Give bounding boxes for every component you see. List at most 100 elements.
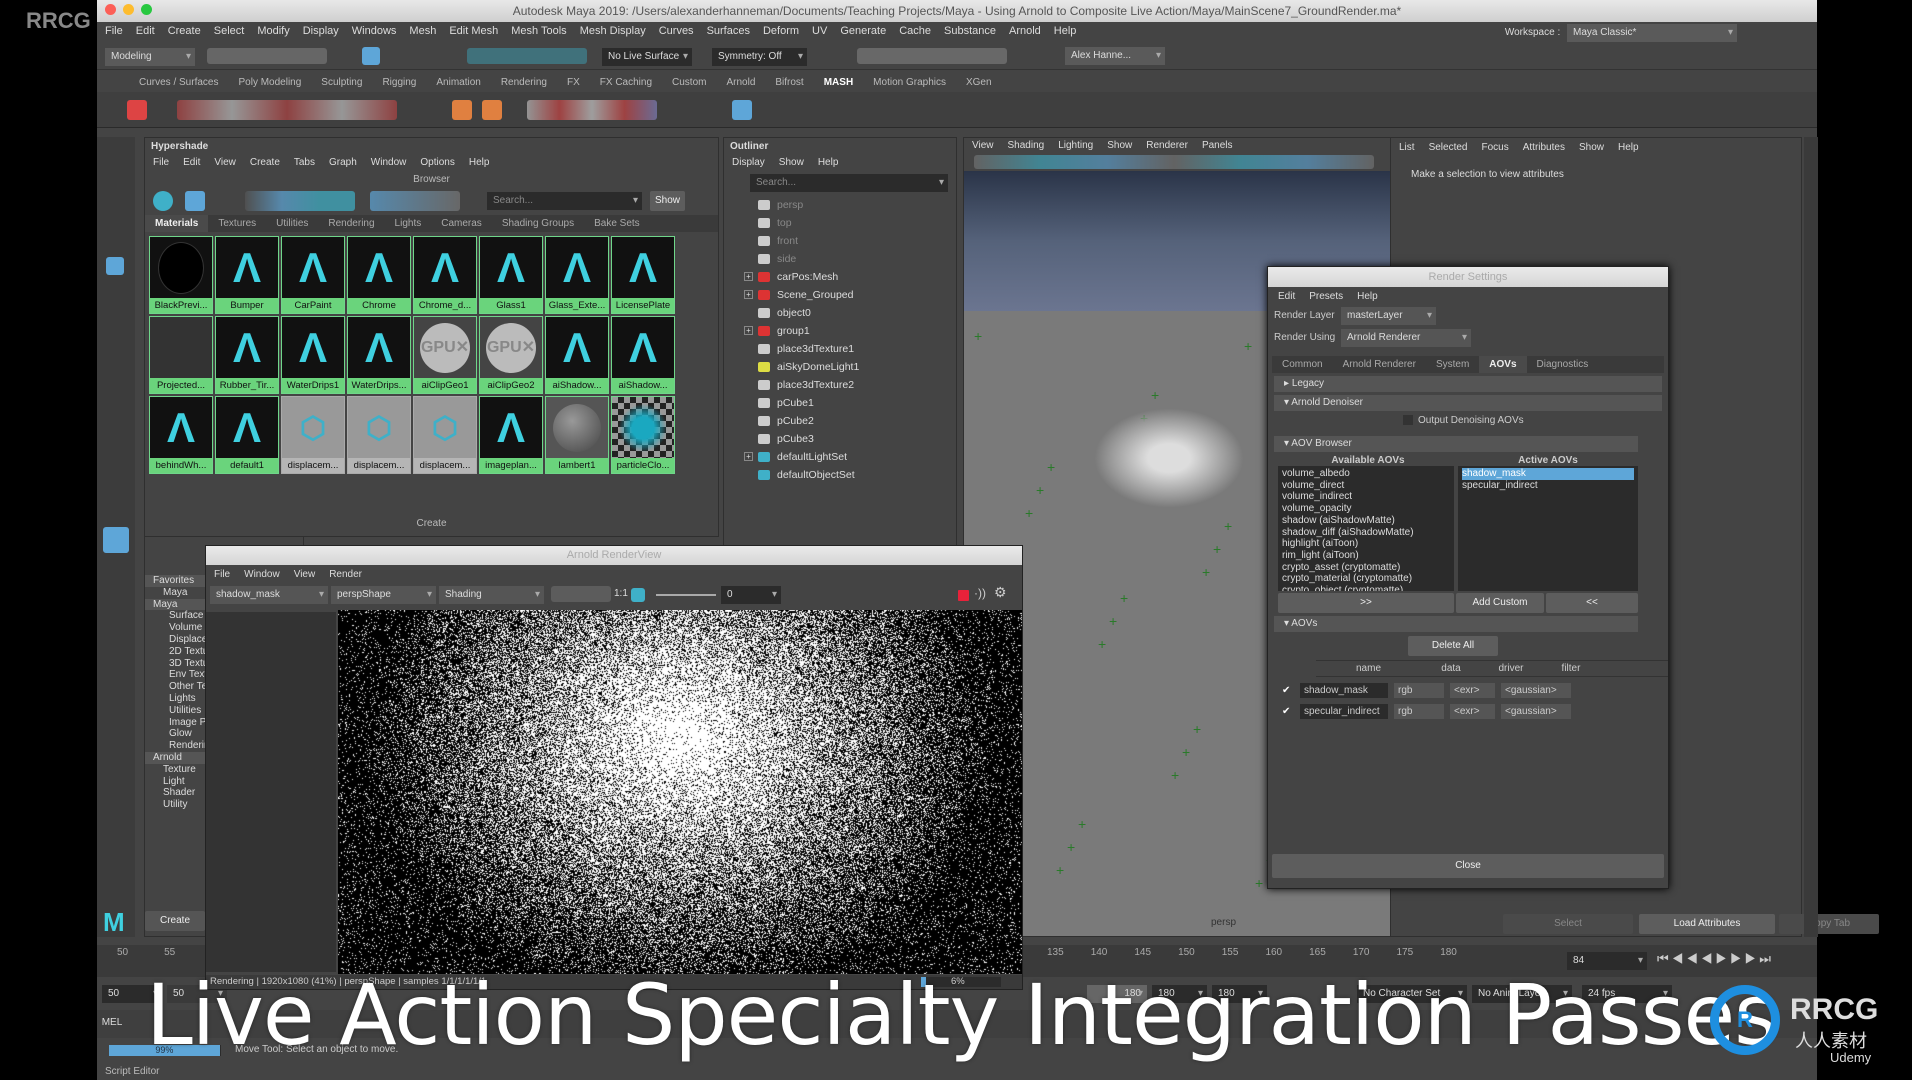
viewport-menu-show[interactable]: Show: [1107, 140, 1132, 151]
rs-tab-arnold-renderer[interactable]: Arnold Renderer: [1333, 356, 1426, 373]
menu-select[interactable]: Select: [214, 22, 245, 40]
outliner-item[interactable]: top: [744, 214, 956, 232]
menu-mesh-tools[interactable]: Mesh Tools: [511, 22, 566, 40]
rs-tab-diagnostics[interactable]: Diagnostics: [1527, 356, 1599, 373]
tab-textures[interactable]: Textures: [208, 215, 266, 232]
add-aov-button[interactable]: >>: [1278, 593, 1454, 613]
exposure-field[interactable]: 0: [721, 586, 781, 604]
ipr-icon[interactable]: ·)): [974, 586, 986, 600]
tab-bake-sets[interactable]: Bake Sets: [584, 215, 650, 232]
text-icon[interactable]: [452, 100, 472, 120]
active-aov-item[interactable]: specular_indirect: [1462, 480, 1634, 492]
menu-edit-mesh[interactable]: Edit Mesh: [449, 22, 498, 40]
hypershade-menu-tabs[interactable]: Tabs: [294, 157, 315, 168]
mash-utils-icons[interactable]: [527, 100, 657, 120]
outliner-item[interactable]: pCube2: [744, 412, 956, 430]
shading-select[interactable]: Shading: [439, 586, 544, 604]
hypershade-menu-file[interactable]: File: [153, 157, 169, 168]
menu-generate[interactable]: Generate: [840, 22, 886, 40]
legacy-section[interactable]: ▸ Legacy: [1274, 376, 1662, 392]
shelf-tab-arnold[interactable]: Arnold: [726, 74, 755, 92]
material-swatch[interactable]: ΛbehindWh...: [149, 396, 213, 474]
menu-modify[interactable]: Modify: [257, 22, 289, 40]
menu-curves[interactable]: Curves: [659, 22, 694, 40]
shelf-tab-mash[interactable]: MASH: [824, 74, 853, 92]
hypershade-menu-create[interactable]: Create: [250, 157, 280, 168]
outliner-item[interactable]: pCube1: [744, 394, 956, 412]
window-controls[interactable]: [105, 0, 159, 22]
active-aov-item[interactable]: shadow_mask: [1462, 468, 1634, 480]
menu-uv[interactable]: UV: [812, 22, 827, 40]
available-aovs-list[interactable]: volume_albedo volume_direct volume_indirec…: [1278, 466, 1454, 591]
render-layer-select[interactable]: masterLayer: [1341, 307, 1436, 325]
show-button[interactable]: Show: [650, 191, 685, 211]
mel-label[interactable]: MEL: [97, 1017, 127, 1028]
menu-surfaces[interactable]: Surfaces: [707, 22, 750, 40]
select-button[interactable]: Select: [1503, 914, 1633, 934]
crop-icon[interactable]: [631, 588, 645, 602]
select-tool-icon[interactable]: [362, 47, 380, 65]
user-account[interactable]: Alex Hanne...: [1065, 47, 1165, 65]
exposure-slider[interactable]: [656, 594, 716, 596]
available-aov-item[interactable]: volume_opacity: [1282, 503, 1450, 515]
rs-menu-help[interactable]: Help: [1357, 291, 1378, 302]
material-swatch[interactable]: Λ Chrome_d...: [413, 236, 477, 314]
menu-arnold[interactable]: Arnold: [1009, 22, 1041, 40]
material-swatch[interactable]: ΛaiShadow...: [545, 316, 609, 394]
sort-icons[interactable]: [370, 191, 460, 211]
outliner-item[interactable]: + group1: [744, 322, 956, 340]
aov-name-field[interactable]: specular_indirect: [1300, 704, 1388, 719]
aovs-section[interactable]: ▾ AOVs: [1274, 616, 1638, 632]
copy-tab-button[interactable]: Copy Tab: [1779, 914, 1879, 934]
delete-all-button[interactable]: Delete All: [1408, 636, 1498, 656]
menu-edit[interactable]: Edit: [136, 22, 155, 40]
rs-menu-edit[interactable]: Edit: [1278, 291, 1295, 302]
aov-select[interactable]: shadow_mask: [210, 586, 328, 604]
rv-menu-file[interactable]: File: [214, 569, 230, 580]
available-aov-item[interactable]: shadow_diff (aiShadowMatte): [1282, 527, 1450, 539]
viewport-menu-lighting[interactable]: Lighting: [1058, 140, 1093, 151]
hypershade-menu-help[interactable]: Help: [469, 157, 490, 168]
render-using-select[interactable]: Arnold Renderer: [1341, 329, 1471, 347]
available-aov-item[interactable]: highlight (aiToon): [1282, 538, 1450, 550]
menu-mesh[interactable]: Mesh: [409, 22, 436, 40]
material-swatch[interactable]: Λ Rubber_Tir...: [215, 316, 279, 394]
shelf-tab-sculpting[interactable]: Sculpting: [321, 74, 362, 92]
menu-help[interactable]: Help: [1054, 22, 1077, 40]
symmetry-select[interactable]: Symmetry: Off: [712, 48, 807, 66]
render-icons[interactable]: [857, 48, 1007, 64]
mode-select[interactable]: Modeling: [105, 48, 195, 66]
outliner-search[interactable]: Search...: [750, 174, 948, 192]
material-swatch[interactable]: ΛaiShadow...: [611, 316, 675, 394]
load-attributes-button[interactable]: Load Attributes: [1639, 914, 1775, 934]
rv-menu-render[interactable]: Render: [329, 569, 362, 580]
snap-icons[interactable]: [467, 48, 587, 64]
tab-cameras[interactable]: Cameras: [431, 215, 492, 232]
viewport-menu-renderer[interactable]: Renderer: [1146, 140, 1188, 151]
material-swatch[interactable]: Λ Bumper: [215, 236, 279, 314]
material-swatch[interactable]: Λdefault1: [215, 396, 279, 474]
menu-windows[interactable]: Windows: [352, 22, 397, 40]
material-swatch[interactable]: lambert1: [545, 396, 609, 474]
layout-icon[interactable]: [103, 527, 129, 553]
material-swatch[interactable]: Λ Glass1: [479, 236, 543, 314]
available-aov-item[interactable]: rim_light (aiToon): [1282, 550, 1450, 562]
hypershade-menu-graph[interactable]: Graph: [329, 157, 357, 168]
hypershade-menu-window[interactable]: Window: [371, 157, 407, 168]
aov-data-field[interactable]: rgb: [1394, 704, 1444, 719]
material-swatch[interactable]: Λ Glass_Exte...: [545, 236, 609, 314]
material-swatch[interactable]: Λimageplan...: [479, 396, 543, 474]
shelf-tab-custom[interactable]: Custom: [672, 74, 706, 92]
menu-file[interactable]: File: [105, 22, 123, 40]
outliner-item[interactable]: defaultObjectSet: [744, 466, 956, 484]
available-aov-item[interactable]: crypto_object (cryptomatte): [1282, 585, 1450, 591]
mash-network-icon[interactable]: [127, 100, 147, 120]
rv-menu-window[interactable]: Window: [244, 569, 280, 580]
browser-search[interactable]: Search...: [487, 192, 642, 210]
available-aov-item[interactable]: volume_albedo: [1282, 468, 1450, 480]
ae-menu-help[interactable]: Help: [1618, 142, 1639, 153]
ae-menu-show[interactable]: Show: [1579, 142, 1604, 153]
swatch-size-icons[interactable]: [245, 191, 355, 211]
ae-menu-selected[interactable]: Selected: [1429, 142, 1468, 153]
remove-aov-button[interactable]: <<: [1546, 593, 1638, 613]
